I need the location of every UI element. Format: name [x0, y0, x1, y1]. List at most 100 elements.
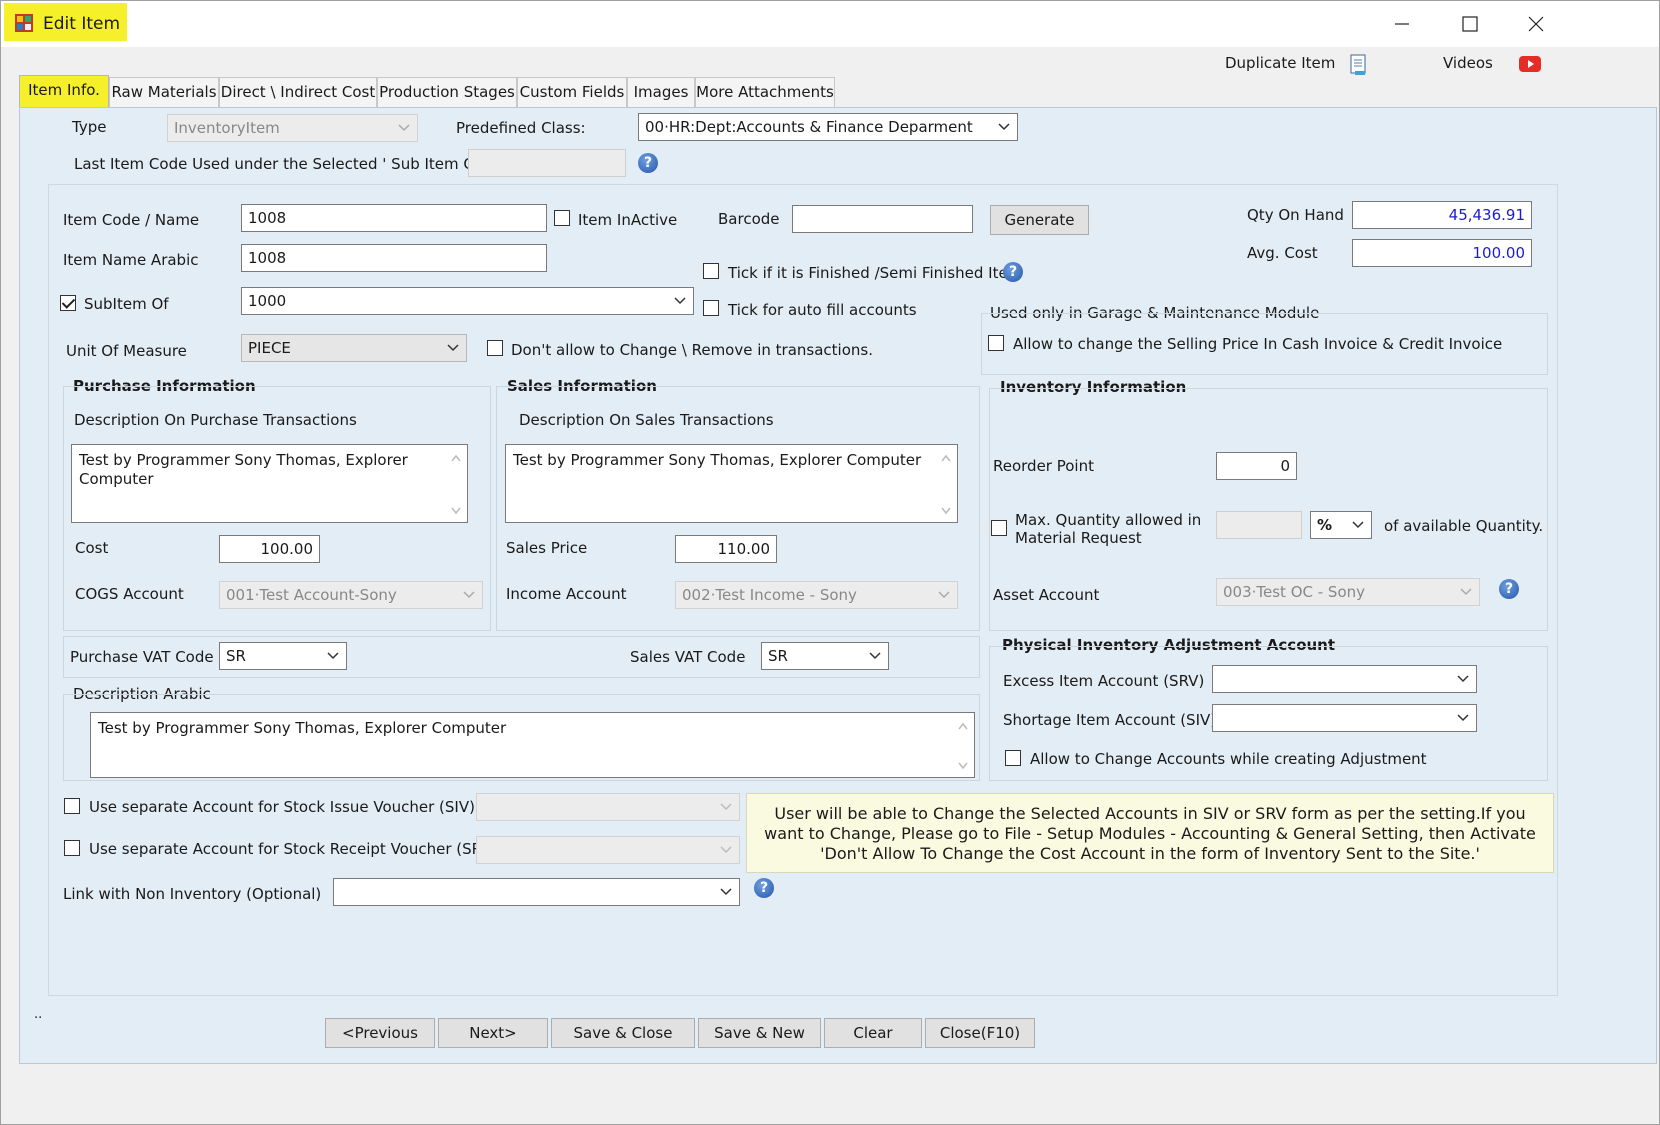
clear-button[interactable]: Clear [824, 1018, 922, 1048]
dont-allow-change-checkbox[interactable] [487, 340, 503, 356]
sales-desc-label: Description On Sales Transactions [519, 411, 774, 429]
subitem-of-checkbox[interactable] [60, 295, 76, 311]
barcode-field[interactable] [792, 205, 973, 233]
youtube-icon[interactable] [1519, 56, 1541, 72]
help-icon[interactable]: ? [638, 153, 658, 173]
generate-button[interactable]: Generate [990, 205, 1089, 235]
chevron-down-icon [463, 591, 475, 599]
purchase-vat-select[interactable]: SR [219, 642, 347, 670]
max-quantity-label-line1: Max. Quantity allowed in [1015, 511, 1202, 529]
chevron-down-icon [1457, 675, 1469, 683]
unit-of-measure-value: PIECE [248, 339, 291, 357]
videos-link[interactable]: Videos [1443, 54, 1493, 72]
predefined-class-select[interactable]: 00·HR:Dept:Accounts & Finance Deparment [638, 113, 1018, 141]
cogs-account-label: COGS Account [75, 585, 184, 603]
purchase-desc-label: Description On Purchase Transactions [74, 411, 357, 429]
item-code-field[interactable]: 1008 [241, 204, 547, 232]
scrollbar[interactable] [937, 447, 955, 522]
chevron-down-icon [998, 123, 1010, 131]
cogs-account-value: 001·Test Account-Sony [226, 586, 397, 604]
help-icon[interactable]: ? [1003, 262, 1023, 282]
allow-change-selling-price-checkbox[interactable] [988, 335, 1004, 351]
sales-price-label: Sales Price [506, 539, 588, 557]
description-arabic-textarea[interactable]: Test by Programmer Sony Thomas, Explorer… [90, 712, 975, 778]
tab-direct-indirect-cost[interactable]: Direct \ Indirect Cost [219, 77, 377, 107]
chevron-down-icon [1457, 714, 1469, 722]
excess-account-select[interactable] [1212, 665, 1477, 693]
shortage-account-label: Shortage Item Account (SIV) [1003, 711, 1217, 729]
unit-of-measure-label: Unit Of Measure [66, 342, 187, 360]
predefined-class-label: Predefined Class: [456, 119, 586, 137]
asset-account-value: 003·Test OC - Sony [1223, 583, 1366, 601]
tab-raw-materials[interactable]: Raw Materials [109, 77, 219, 107]
item-inactive-label: Item InActive [578, 211, 678, 229]
save-new-button[interactable]: Save & New [698, 1018, 821, 1048]
previous-button[interactable]: <Previous [325, 1018, 435, 1048]
sales-vat-select[interactable]: SR [761, 642, 889, 670]
cost-field[interactable]: 100.00 [219, 535, 320, 563]
link-non-inventory-select[interactable] [333, 878, 740, 906]
asset-account-label: Asset Account [993, 586, 1100, 604]
item-name-arabic-field[interactable]: 1008 [241, 244, 547, 272]
max-quantity-unit-select[interactable]: % [1310, 511, 1372, 539]
duplicate-item-link[interactable]: Duplicate Item [1225, 54, 1335, 72]
available-quantity-label: of available Quantity. [1384, 517, 1544, 535]
type-label: Type [72, 118, 107, 136]
item-inactive-checkbox[interactable] [554, 210, 570, 226]
purchase-desc-value: Test by Programmer Sony Thomas, Explorer… [79, 451, 408, 488]
allow-change-accounts-checkbox[interactable] [1005, 750, 1021, 766]
income-account-label: Income Account [506, 585, 627, 603]
allow-change-accounts-label: Allow to Change Accounts while creating … [1030, 750, 1427, 768]
sales-desc-value: Test by Programmer Sony Thomas, Explorer… [513, 451, 922, 469]
avg-cost-label: Avg. Cost [1247, 244, 1318, 262]
scrollbar[interactable] [447, 447, 465, 522]
chevron-down-icon [447, 344, 459, 352]
tab-custom-fields[interactable]: Custom Fields [517, 77, 627, 107]
save-close-button[interactable]: Save & Close [551, 1018, 695, 1048]
finished-item-checkbox[interactable] [703, 263, 719, 279]
chevron-down-icon [674, 297, 686, 305]
sales-desc-textarea[interactable]: Test by Programmer Sony Thomas, Explorer… [505, 444, 958, 523]
document-icon[interactable] [1349, 53, 1369, 77]
separate-siv-checkbox[interactable] [64, 798, 80, 814]
scrollbar[interactable] [954, 715, 972, 777]
type-value: InventoryItem [174, 119, 280, 137]
income-account-select: 002·Test Income - Sony [675, 581, 958, 609]
auto-fill-accounts-label: Tick for auto fill accounts [728, 301, 917, 319]
sales-price-field[interactable]: 110.00 [675, 535, 777, 563]
tab-images[interactable]: Images [627, 77, 695, 107]
auto-fill-accounts-checkbox[interactable] [703, 300, 719, 316]
close-icon[interactable] [1521, 9, 1551, 39]
reorder-point-field[interactable]: 0 [1216, 452, 1297, 480]
next-button[interactable]: Next> [438, 1018, 548, 1048]
separate-srv-select [476, 836, 740, 864]
subitem-of-label: SubItem Of [84, 295, 169, 313]
tab-production-stages[interactable]: Production Stages [377, 77, 517, 107]
max-quantity-checkbox[interactable] [991, 520, 1007, 536]
subitem-of-select[interactable]: 1000 [241, 287, 694, 315]
link-non-inventory-label: Link with Non Inventory (Optional) [63, 885, 322, 903]
separate-siv-label: Use separate Account for Stock Issue Vou… [89, 798, 475, 816]
close-button[interactable]: Close(F10) [925, 1018, 1035, 1048]
separate-srv-checkbox[interactable] [64, 840, 80, 856]
tab-more-attachments[interactable]: More Attachments [695, 77, 835, 107]
purchase-vat-value: SR [226, 647, 246, 665]
help-icon[interactable]: ? [754, 878, 774, 898]
avg-cost-field: 100.00 [1352, 239, 1532, 267]
cost-label: Cost [75, 539, 109, 557]
maximize-icon[interactable] [1455, 9, 1485, 39]
minimize-icon[interactable] [1387, 9, 1417, 39]
item-name-arabic-label: Item Name Arabic [63, 251, 199, 269]
cogs-account-select: 001·Test Account-Sony [219, 581, 483, 609]
shortage-account-select[interactable] [1212, 704, 1477, 732]
chevron-down-icon [398, 124, 410, 132]
help-icon[interactable]: ? [1499, 579, 1519, 599]
asset-account-select: 003·Test OC - Sony [1216, 578, 1480, 606]
sales-vat-label: Sales VAT Code [630, 648, 746, 666]
purchase-desc-textarea[interactable]: Test by Programmer Sony Thomas, Explorer… [71, 444, 468, 523]
description-arabic-value: Test by Programmer Sony Thomas, Explorer… [98, 719, 507, 737]
chevron-down-icon [720, 888, 732, 896]
tab-item-info[interactable]: Item Info. [19, 75, 109, 107]
unit-of-measure-select[interactable]: PIECE [241, 334, 467, 362]
app-icon [15, 14, 33, 32]
